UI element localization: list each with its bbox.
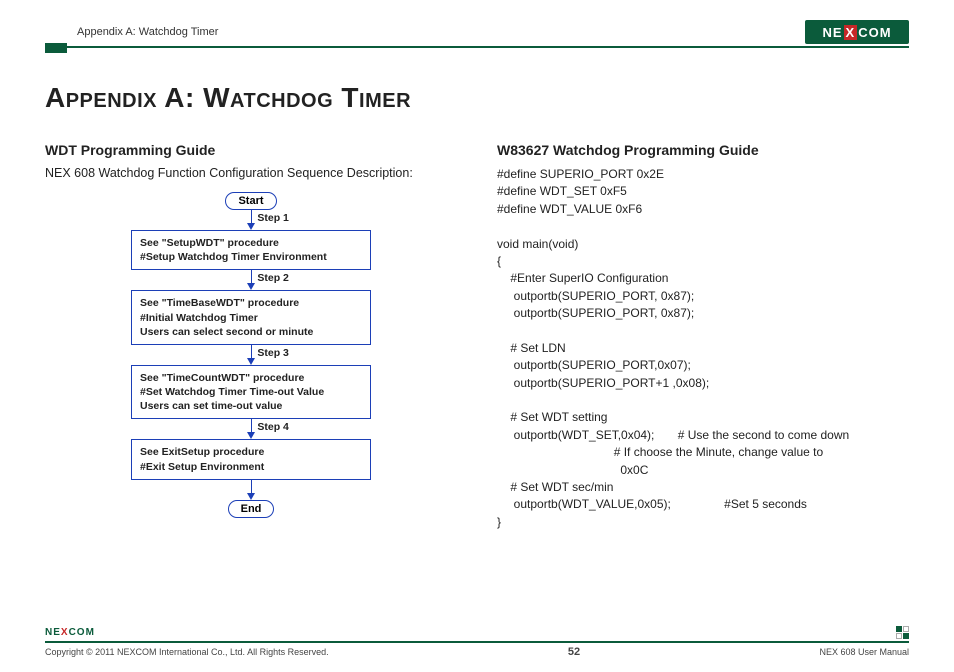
box2-line3: Users can select second or minute xyxy=(140,325,362,339)
logo-part-x: X xyxy=(844,25,858,40)
box3-line3: Users can set time-out value xyxy=(140,399,362,413)
box4-line2: #Exit Setup Environment xyxy=(140,460,362,474)
box1-line1: See "SetupWDT" procedure xyxy=(140,236,362,250)
flow-box-1: See "SetupWDT" procedure #Setup Watchdog… xyxy=(131,230,371,270)
flow-start: Start xyxy=(225,192,276,210)
page-footer: NEXCOM Copyright © 2011 NEXCOM Internati… xyxy=(45,625,909,658)
footer-logo-b: COM xyxy=(69,627,95,638)
header-section-title: Appendix A: Watchdog Timer xyxy=(77,26,218,38)
step3-label: Step 3 xyxy=(251,347,289,359)
footer-logo: NEXCOM xyxy=(45,625,113,639)
footer-copyright: Copyright © 2011 NEXCOM International Co… xyxy=(45,647,329,657)
box2-line2: #Initial Watchdog Timer xyxy=(140,311,362,325)
wdt-heading: WDT Programming Guide xyxy=(45,142,457,158)
footer-docname: NEX 608 User Manual xyxy=(819,647,909,657)
step4-label: Step 4 xyxy=(251,421,289,433)
box3-line1: See "TimeCountWDT" procedure xyxy=(140,371,362,385)
step2-label: Step 2 xyxy=(251,272,289,284)
box4-line1: See ExitSetup procedure xyxy=(140,445,362,459)
code-listing: #define SUPERIO_PORT 0x2E #define WDT_SE… xyxy=(497,166,909,531)
step1-label: Step 1 xyxy=(251,212,289,224)
flow-end: End xyxy=(228,500,275,518)
flow-box-4: See ExitSetup procedure #Exit Setup Envi… xyxy=(131,439,371,479)
box2-line1: See "TimeBaseWDT" procedure xyxy=(140,296,362,310)
left-column: WDT Programming Guide NEX 608 Watchdog F… xyxy=(45,142,457,531)
footer-logo-x: X xyxy=(61,627,69,638)
logo-part-b: COM xyxy=(858,25,891,40)
box1-line2: #Setup Watchdog Timer Environment xyxy=(140,250,362,264)
nexcom-logo: NEXCOM xyxy=(805,20,909,44)
box3-line2: #Set Watchdog Timer Time-out Value xyxy=(140,385,362,399)
logo-part-a: NE xyxy=(822,25,842,40)
right-column: W83627 Watchdog Programming Guide #defin… xyxy=(497,142,909,531)
footer-logo-a: NE xyxy=(45,627,61,638)
flow-box-2: See "TimeBaseWDT" procedure #Initial Wat… xyxy=(131,290,371,345)
page-title: Appendix A: Watchdog Timer xyxy=(45,82,909,114)
page-number: 52 xyxy=(568,646,580,658)
footer-squares-icon xyxy=(896,626,909,639)
flow-box-3: See "TimeCountWDT" procedure #Set Watchd… xyxy=(131,365,371,420)
flowchart: Start Step 1 See "SetupWDT" procedure #S… xyxy=(45,192,457,518)
wdt-description: NEX 608 Watchdog Function Configuration … xyxy=(45,166,457,180)
page-header: Appendix A: Watchdog Timer NEXCOM xyxy=(45,20,909,48)
w83627-heading: W83627 Watchdog Programming Guide xyxy=(497,142,909,158)
header-tab-mark xyxy=(45,43,67,53)
